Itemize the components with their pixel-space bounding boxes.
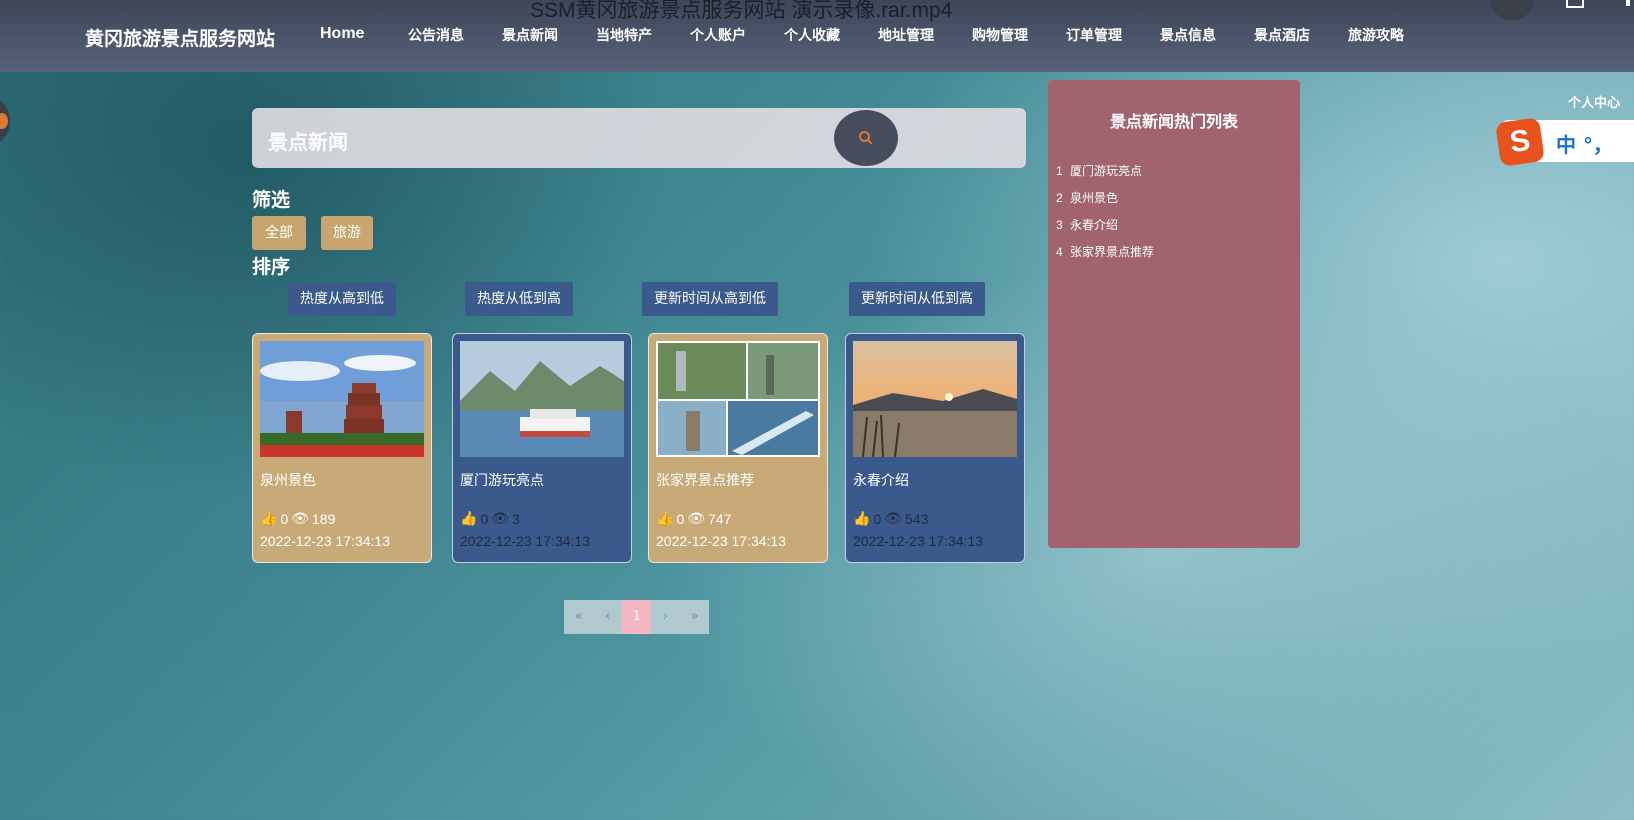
window-close-icon[interactable] — [1626, 0, 1630, 6]
hot-news-item[interactable]: 3 永春介绍 — [1056, 216, 1154, 243]
view-count: 543 — [905, 510, 929, 527]
video-title: SSM黄冈旅游景点服务网站 演示录像.rar.mp4 — [530, 0, 953, 22]
news-card[interactable]: 厦门游玩亮点 👍 0 👁 3 2022-12-23 17:34:13 — [452, 333, 632, 563]
page-prev[interactable]: ‹ — [593, 600, 622, 634]
news-card[interactable]: 永春介绍 👍 0 👁 543 2022-12-23 17:34:13 — [845, 333, 1025, 563]
hot-news-list: 1 厦门游玩亮点 2 泉州景色 3 永春介绍 4 张家界景点推荐 — [1056, 162, 1154, 270]
ime-status: 中 °， — [1556, 133, 1613, 157]
news-card-title: 泉州景色 — [260, 473, 316, 489]
news-card-date: 2022-12-23 17:34:13 — [260, 533, 390, 549]
sort-hot-desc[interactable]: 热度从高到低 — [288, 282, 396, 316]
sort-title: 排序 — [252, 256, 291, 278]
nav-hotels[interactable]: 景点酒店 — [1254, 25, 1348, 45]
site-brand[interactable]: 黄冈旅游景点服务网站 — [85, 24, 275, 51]
hot-news-item[interactable]: 2 泉州景色 — [1056, 189, 1154, 216]
news-card-image — [260, 341, 424, 457]
like-count: 0 — [676, 510, 685, 527]
main-nav: Home 公告消息 景点新闻 当地特产 个人账户 个人收藏 地址管理 购物管理 … — [320, 25, 1442, 45]
news-card-date: 2022-12-23 17:34:13 — [853, 533, 983, 549]
nav-specialty[interactable]: 当地特产 — [596, 25, 690, 45]
nav-notice[interactable]: 公告消息 — [408, 25, 502, 45]
news-card-stats: 👍 0 👁 3 — [460, 510, 523, 527]
filter-travel[interactable]: 旅游 — [321, 216, 373, 250]
news-card-stats: 👍 0 👁 543 — [853, 510, 931, 527]
page-first[interactable]: « — [564, 600, 593, 634]
nav-shopping[interactable]: 购物管理 — [972, 25, 1066, 45]
sort-hot-asc[interactable]: 热度从低到高 — [465, 282, 573, 316]
filter-title: 筛选 — [252, 189, 291, 211]
eye-icon: 👁 — [291, 510, 310, 526]
news-card-date: 2022-12-23 17:34:13 — [460, 533, 590, 549]
search-label: 景点新闻 — [268, 130, 348, 154]
nav-favorites[interactable]: 个人收藏 — [784, 25, 878, 45]
sort-time-asc[interactable]: 更新时间从低到高 — [849, 282, 985, 316]
page-last[interactable]: » — [680, 600, 709, 634]
news-card-date: 2022-12-23 17:34:13 — [656, 533, 786, 549]
like-count: 0 — [873, 510, 882, 527]
sogou-logo-icon: S — [1495, 117, 1545, 167]
news-card[interactable]: 泉州景色 👍 0 👁 189 2022-12-23 17:34:13 — [252, 333, 432, 563]
page-next[interactable]: › — [651, 600, 680, 634]
filter-all[interactable]: 全部 — [252, 216, 306, 250]
news-card-image — [460, 341, 624, 457]
pagination: « ‹ 1 › » — [564, 600, 709, 634]
view-count: 3 — [512, 510, 520, 527]
hot-news-item[interactable]: 4 张家界景点推荐 — [1056, 243, 1154, 270]
nav-account[interactable]: 个人账户 — [690, 25, 784, 45]
nav-guides[interactable]: 旅游攻略 — [1348, 25, 1442, 45]
thumbs-up-icon[interactable]: 👍 — [260, 510, 277, 527]
like-count: 0 — [280, 510, 289, 527]
news-card-image — [853, 341, 1017, 457]
hot-news-title: 景点新闻热门列表 — [1109, 112, 1238, 131]
nav-home[interactable]: Home — [320, 25, 408, 45]
hot-news-item[interactable]: 1 厦门游玩亮点 — [1056, 162, 1154, 189]
view-count: 189 — [312, 510, 336, 527]
news-card-image — [656, 341, 820, 457]
page-current[interactable]: 1 — [622, 600, 651, 634]
nav-orders[interactable]: 订单管理 — [1066, 25, 1160, 45]
hot-news-panel: 景点新闻热门列表 1 厦门游玩亮点 2 泉州景色 3 永春介绍 4 张家界景点推荐 — [1048, 80, 1300, 548]
search-bar[interactable]: 景点新闻 — [252, 108, 1026, 168]
eye-icon: 👁 — [687, 510, 706, 526]
news-card-stats: 👍 0 👁 189 — [260, 510, 338, 527]
nav-attractions[interactable]: 景点信息 — [1160, 25, 1254, 45]
user-center-link[interactable]: 个人中心 — [1568, 92, 1620, 111]
news-card-stats: 👍 0 👁 747 — [656, 510, 734, 527]
nav-address[interactable]: 地址管理 — [878, 25, 972, 45]
thumbs-up-icon[interactable]: 👍 — [853, 510, 870, 527]
floating-bubble-icon[interactable] — [0, 97, 10, 145]
ime-toolbar[interactable]: S 中 °， — [1495, 117, 1634, 167]
news-card[interactable]: 张家界景点推荐 👍 0 👁 747 2022-12-23 17:34:13 — [648, 333, 828, 563]
view-count: 747 — [708, 510, 732, 527]
news-card-title: 永春介绍 — [853, 473, 909, 489]
search-icon — [859, 131, 873, 145]
like-count: 0 — [480, 510, 489, 527]
thumbs-up-icon[interactable]: 👍 — [656, 510, 673, 527]
search-button[interactable] — [834, 110, 898, 166]
news-card-title: 厦门游玩亮点 — [460, 473, 544, 489]
eye-icon: 👁 — [491, 510, 510, 526]
window-restore-icon[interactable] — [1566, 0, 1584, 8]
sort-time-desc[interactable]: 更新时间从高到低 — [642, 282, 778, 316]
news-card-title: 张家界景点推荐 — [656, 473, 754, 489]
eye-icon: 👁 — [884, 510, 903, 526]
thumbs-up-icon[interactable]: 👍 — [460, 510, 477, 527]
nav-news[interactable]: 景点新闻 — [502, 25, 596, 45]
